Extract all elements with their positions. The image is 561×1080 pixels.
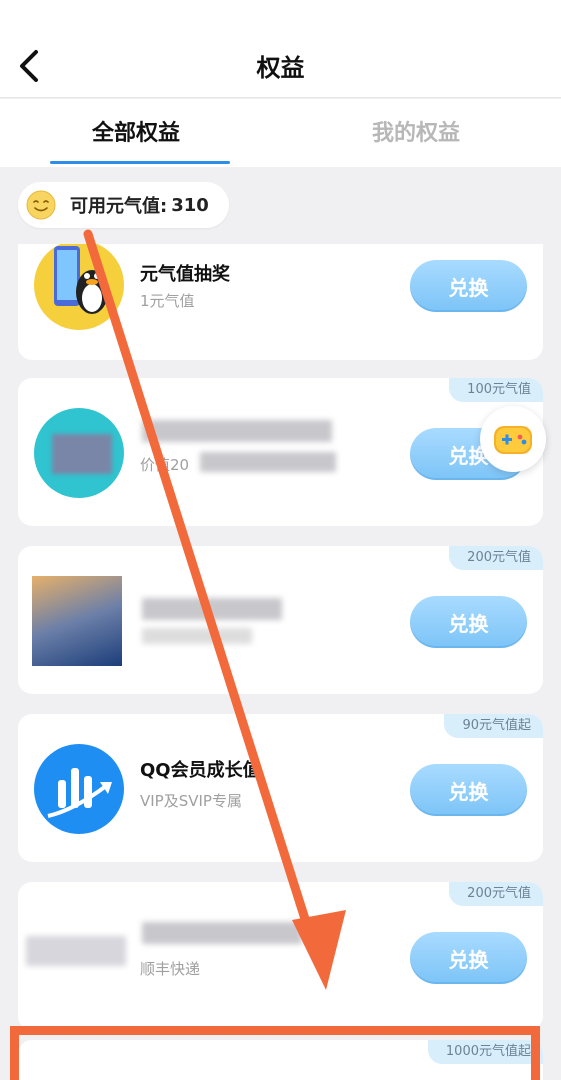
arrow-annotation: [83, 229, 346, 990]
